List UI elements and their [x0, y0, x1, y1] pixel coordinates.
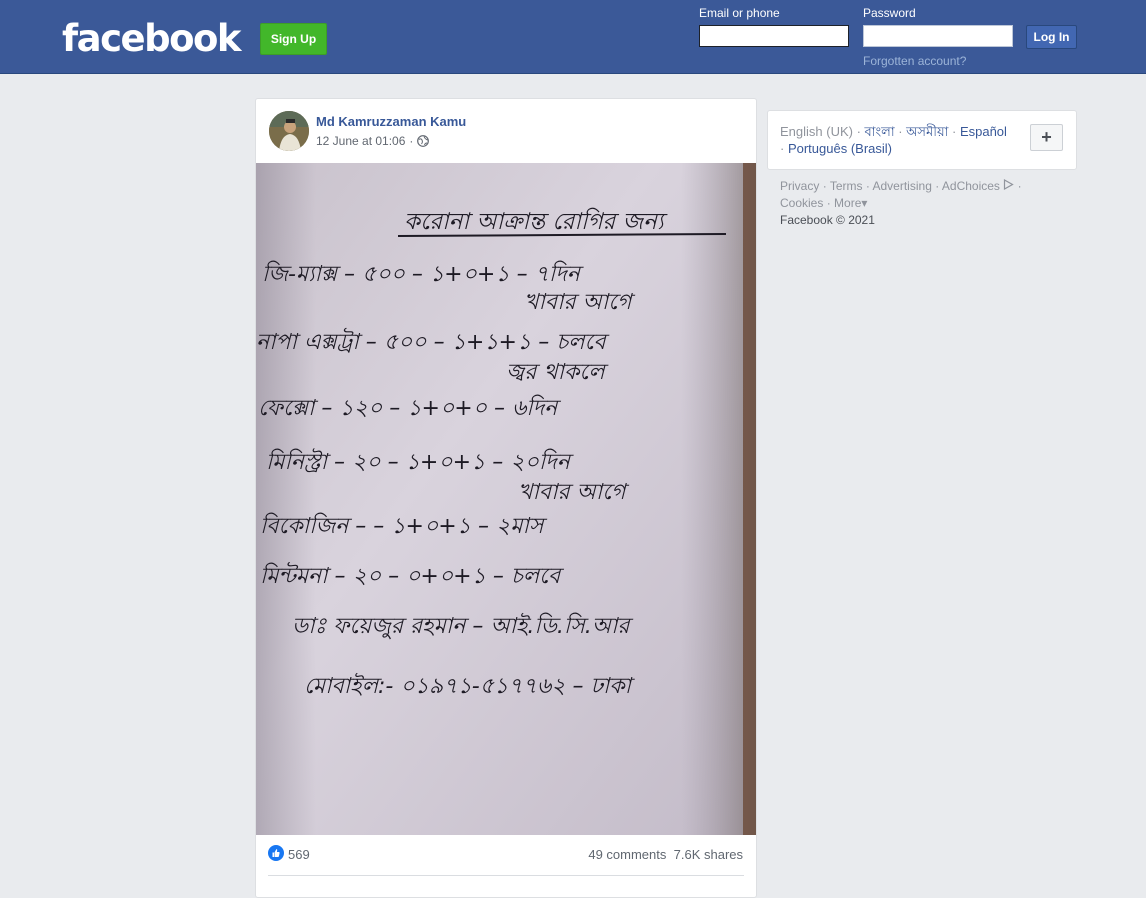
language-espanol[interactable]: Español [960, 124, 1007, 139]
photo-line: বিকোজিন – – ১+০+১ – ২মাস [260, 512, 548, 539]
adchoices-icon [1004, 178, 1014, 191]
password-label: Password [863, 6, 916, 20]
photo-line: মোবাইল:- ০১৯৭১-৫১৭৭৬২ – ঢাকা [304, 672, 636, 699]
footer-link-advertising[interactable]: Advertising [873, 179, 932, 193]
photo-line: খাবার আগে [518, 480, 630, 505]
email-label: Email or phone [699, 6, 780, 20]
caret-down-icon: ▾ [861, 196, 868, 210]
email-field[interactable] [699, 25, 849, 47]
photo-line: মিনিস্ট্রা – ২০ – ১+০+১ – ২০দিন [266, 448, 574, 475]
password-field[interactable] [863, 25, 1013, 47]
divider [268, 875, 744, 876]
log-in-button[interactable]: Log In [1026, 25, 1077, 49]
language-portugues-brasil[interactable]: Português (Brasil) [788, 141, 892, 156]
sign-up-button[interactable]: Sign Up [260, 23, 327, 55]
facebook-logo[interactable]: facebook [62, 17, 242, 61]
photo-line: জ্বর থাকলে [506, 360, 609, 385]
copyright: Facebook © 2021 [780, 213, 875, 227]
footer-link-cookies[interactable]: Cookies [780, 196, 823, 210]
post-stats-bar: 569 49 comments 7.6K shares [256, 835, 756, 875]
post-meta: 12 June at 01:06 · [316, 134, 430, 148]
footer-links: Privacy · Terms · Advertising · AdChoice… [780, 178, 1022, 227]
footer-link-privacy[interactable]: Privacy [780, 179, 819, 193]
post-card: Md Kamruzzaman Kamu 12 June at 01:06 · ক… [255, 98, 757, 898]
post-photo[interactable]: করোনা আক্রান্ত রোগির জন্য জি-ম্যাক্স – ৫… [256, 163, 756, 835]
like-count[interactable]: 569 [288, 847, 310, 862]
language-assamese[interactable]: অসমীয়া [906, 124, 948, 139]
globe-icon [417, 135, 430, 147]
shares-count[interactable]: 7.6K shares [674, 847, 743, 862]
footer-link-terms[interactable]: Terms [830, 179, 863, 193]
language-english-uk: English (UK) [780, 124, 853, 139]
avatar[interactable] [269, 111, 309, 151]
language-selector-box: English (UK) · বাংলা · অসমীয়া · Español… [767, 110, 1077, 170]
footer-link-adchoices[interactable]: AdChoices [942, 179, 1000, 193]
top-navigation-bar: facebook Sign Up Email or phone Password… [0, 0, 1146, 74]
handwritten-prescription-image: করোনা আক্রান্ত রোগির জন্য জি-ম্যাক্স – ৫… [256, 163, 756, 835]
language-list: English (UK) · বাংলা · অসমীয়া · Español… [780, 124, 1007, 156]
photo-line: খাবার আগে [524, 290, 636, 315]
comments-shares: 49 comments 7.6K shares [588, 847, 743, 862]
photo-line: মিন্টমনা – ২০ – ০+০+১ – চলবে [260, 561, 565, 589]
comments-count[interactable]: 49 comments [588, 847, 666, 862]
post-author-name[interactable]: Md Kamruzzaman Kamu [316, 114, 466, 129]
avatar-image [269, 111, 309, 151]
photo-line: নাপা এক্সট্রা – ৫০০ – ১+১+১ – চলবে [256, 327, 610, 355]
footer-link-more[interactable]: More [834, 196, 861, 210]
post-timestamp[interactable]: 12 June at 01:06 [316, 134, 405, 148]
photo-line: জি-ম্যাক্স – ৫০০ – ১+০+১ – ৭দিন [262, 260, 584, 287]
thumbs-up-icon [272, 849, 280, 857]
like-reaction-icon[interactable] [268, 845, 284, 861]
photo-line: ডাঃ ফয়েজুর রহমান – আই.ডি.সি.আর [292, 612, 633, 640]
photo-line: করোনা আক্রান্ত রোগির জন্য [404, 207, 668, 235]
add-language-button[interactable]: + [1030, 124, 1063, 151]
photo-line: ফেক্সো – ১২০ – ১+০+০ – ৬দিন [258, 394, 561, 421]
forgotten-account-link[interactable]: Forgotten account? [863, 54, 966, 68]
language-bangla[interactable]: বাংলা [865, 124, 895, 139]
middle-dot: · [409, 134, 414, 148]
